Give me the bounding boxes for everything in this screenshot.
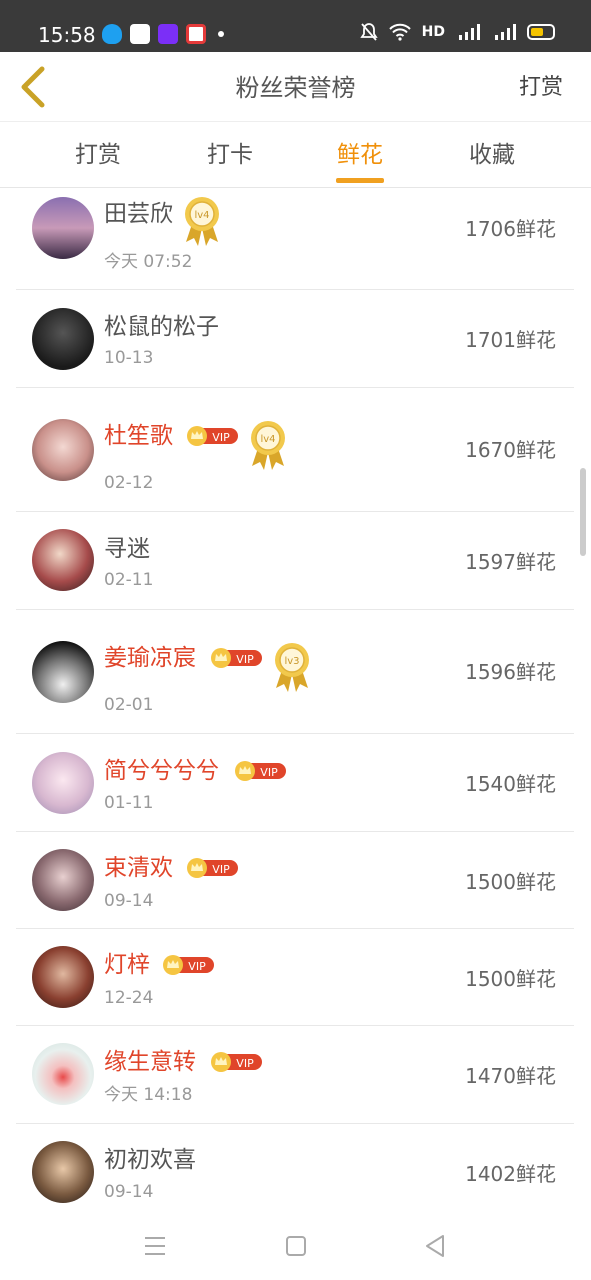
list-item[interactable]: 束清欢 VIP 09-14 1500鲜花 bbox=[16, 832, 574, 929]
list-item[interactable]: 姜瑜凉宸 VIP lv3 02-01 1596鲜花 bbox=[16, 610, 574, 734]
flower-count: 1670鲜花 bbox=[465, 438, 556, 462]
list-item[interactable]: 简兮兮兮兮 VIP 01-11 1540鲜花 bbox=[16, 734, 574, 832]
tab-reward[interactable]: 打赏 bbox=[58, 140, 138, 170]
active-tab-indicator bbox=[336, 178, 384, 183]
tab-bar: 打赏 打卡 鲜花 收藏 bbox=[0, 122, 591, 188]
medal-lv3-icon: lv3 bbox=[275, 643, 309, 692]
flower-count: 1706鲜花 bbox=[465, 217, 556, 241]
wifi-icon bbox=[388, 23, 411, 41]
vip-label: VIP bbox=[212, 863, 230, 876]
date-text: 12-24 bbox=[104, 988, 154, 1008]
hd-label: HD bbox=[421, 24, 445, 40]
flower-count: 1540鲜花 bbox=[465, 772, 556, 796]
avatar bbox=[32, 197, 94, 259]
vip-badge: VIP bbox=[187, 426, 238, 446]
signal-4g-icon-2 bbox=[495, 24, 516, 40]
list-item[interactable]: 缘生意转 VIP 今天 14:18 1470鲜花 bbox=[16, 1026, 574, 1124]
list-item[interactable]: 田芸欣 lv4 今天 07:52 1706鲜花 bbox=[16, 189, 574, 290]
user-name: 束清欢 bbox=[104, 855, 173, 881]
signal-4g-icon bbox=[459, 24, 480, 40]
avatar bbox=[32, 529, 94, 591]
app-icon bbox=[130, 24, 150, 44]
tab-favorites[interactable]: 收藏 bbox=[452, 140, 532, 170]
play-app-icon bbox=[186, 24, 206, 44]
mute-bell-icon bbox=[359, 23, 378, 41]
date-text: 02-01 bbox=[104, 695, 154, 715]
list-item[interactable]: 松鼠的松子 10-13 1701鲜花 bbox=[16, 290, 574, 388]
date-text: 02-11 bbox=[104, 570, 154, 590]
list-item[interactable]: 初初欢喜 09-14 1402鲜花 bbox=[16, 1124, 574, 1220]
avatar bbox=[32, 1043, 94, 1105]
flower-count: 1470鲜花 bbox=[465, 1064, 556, 1088]
date-text: 10-13 bbox=[104, 348, 154, 368]
user-name: 寻迷 bbox=[104, 536, 150, 562]
vip-badge: VIP bbox=[187, 858, 238, 878]
svg-text:lv4: lv4 bbox=[194, 210, 209, 221]
tab-flowers[interactable]: 鲜花 bbox=[320, 140, 400, 170]
date-text: 今天 07:52 bbox=[104, 252, 193, 272]
vip-label: VIP bbox=[260, 766, 278, 779]
vip-label: VIP bbox=[212, 431, 230, 444]
battery-icon bbox=[527, 24, 555, 40]
vip-badge: VIP bbox=[235, 761, 286, 781]
vip-badge: VIP bbox=[163, 955, 214, 975]
date-text: 01-11 bbox=[104, 793, 154, 813]
avatar bbox=[32, 641, 94, 703]
user-name: 简兮兮兮兮 bbox=[104, 758, 219, 784]
avatar bbox=[32, 752, 94, 814]
svg-text:lv3: lv3 bbox=[284, 656, 299, 667]
chevron-left-icon[interactable] bbox=[14, 65, 54, 109]
vip-label: VIP bbox=[236, 1057, 254, 1070]
header-bar: 粉丝荣誉榜 打赏 bbox=[0, 52, 591, 122]
date-text: 今天 14:18 bbox=[104, 1085, 193, 1105]
medal-lv4-icon: lv4 bbox=[185, 197, 219, 246]
list-item[interactable]: 寻迷 02-11 1597鲜花 bbox=[16, 512, 574, 610]
avatar bbox=[32, 419, 94, 481]
vip-badge: VIP bbox=[211, 1052, 262, 1072]
date-text: 02-12 bbox=[104, 473, 154, 493]
user-name: 杜笙歌 bbox=[104, 423, 173, 449]
qq-icon bbox=[102, 24, 122, 44]
avatar bbox=[32, 849, 94, 911]
user-name: 姜瑜凉宸 bbox=[104, 645, 196, 671]
avatar bbox=[32, 946, 94, 1008]
video-app-icon bbox=[158, 24, 178, 44]
flower-count: 1597鲜花 bbox=[465, 550, 556, 574]
svg-text:lv4: lv4 bbox=[260, 434, 275, 445]
date-text: 09-14 bbox=[104, 1182, 154, 1202]
list-item[interactable]: 杜笙歌 VIP lv4 02-12 1670鲜花 bbox=[16, 388, 574, 512]
fan-ranking-list: 田芸欣 lv4 今天 07:52 1706鲜花 松鼠的松子 10-13 1701… bbox=[16, 189, 574, 1220]
back-triangle-icon[interactable] bbox=[421, 1232, 449, 1260]
flower-count: 1596鲜花 bbox=[465, 660, 556, 684]
flower-count: 1402鲜花 bbox=[465, 1162, 556, 1186]
menu-icon[interactable] bbox=[141, 1232, 169, 1260]
reward-button[interactable]: 打赏 bbox=[519, 72, 563, 104]
flower-count: 1500鲜花 bbox=[465, 870, 556, 894]
status-app-icons bbox=[102, 24, 224, 44]
home-square-icon[interactable] bbox=[282, 1232, 310, 1260]
flower-count: 1500鲜花 bbox=[465, 967, 556, 991]
vip-badge: VIP bbox=[211, 648, 262, 668]
system-nav-bar bbox=[0, 1210, 591, 1280]
date-text: 09-14 bbox=[104, 891, 154, 911]
user-name: 松鼠的松子 bbox=[104, 314, 219, 340]
flower-count: 1701鲜花 bbox=[465, 328, 556, 352]
page-title: 粉丝荣誉榜 bbox=[235, 74, 356, 102]
user-name: 缘生意转 bbox=[104, 1049, 196, 1075]
list-item[interactable]: 灯梓 VIP 12-24 1500鲜花 bbox=[16, 929, 574, 1026]
avatar bbox=[32, 308, 94, 370]
avatar bbox=[32, 1141, 94, 1203]
notification-dot-icon bbox=[218, 31, 224, 37]
user-name: 初初欢喜 bbox=[104, 1147, 196, 1173]
user-name: 田芸欣 bbox=[104, 201, 173, 227]
tab-checkin[interactable]: 打卡 bbox=[190, 140, 270, 170]
medal-lv4-icon: lv4 bbox=[251, 421, 285, 470]
status-time: 15:58 bbox=[38, 23, 96, 47]
user-name: 灯梓 bbox=[104, 952, 150, 978]
vip-label: VIP bbox=[188, 960, 206, 973]
vip-label: VIP bbox=[236, 653, 254, 666]
status-bar: 15:58 HD bbox=[0, 0, 591, 52]
status-right: HD bbox=[359, 22, 555, 42]
scrollbar[interactable] bbox=[580, 468, 586, 556]
